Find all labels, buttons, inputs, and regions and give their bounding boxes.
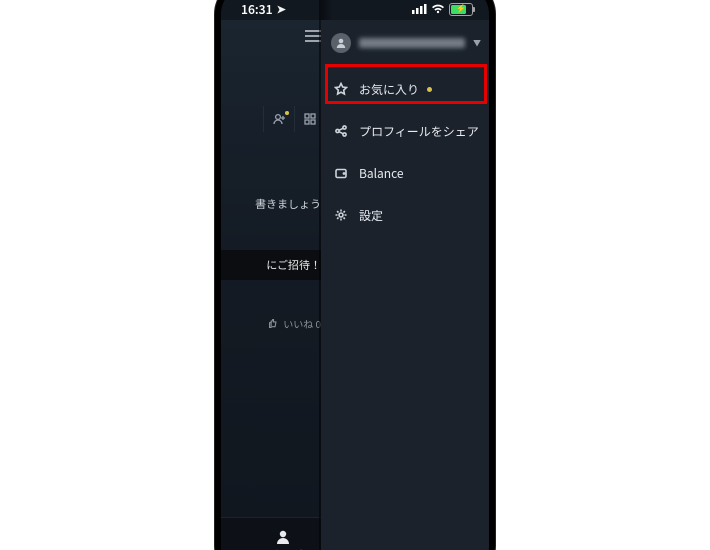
star-icon <box>333 82 349 96</box>
profile-row[interactable]: ▼ <box>321 20 489 66</box>
username <box>359 38 465 48</box>
share-icon <box>333 124 349 138</box>
badge-dot <box>427 87 432 92</box>
tab-bar: メッセージ マイページ <box>221 517 333 550</box>
stage: 16:31 ➤ ⚡ <box>0 0 710 550</box>
badge-dot <box>285 111 289 115</box>
phone-screen: 16:31 ➤ ⚡ <box>221 0 489 550</box>
tab-messages[interactable]: メッセージ <box>221 518 232 550</box>
menu-item-settings[interactable]: 設定 <box>321 194 489 236</box>
menu-item-share[interactable]: プロフィールをシェア <box>321 110 489 152</box>
menu-item-favorites-label: お気に入り <box>359 81 419 98</box>
menu-item-balance-label: Balance <box>359 165 404 182</box>
tab-mypage[interactable]: マイページ <box>232 518 333 550</box>
battery-charging-icon: ⚡ <box>449 3 473 16</box>
menu-item-share-label: プロフィールをシェア <box>359 123 479 140</box>
underlying-app: 書きましょう にご招待！ いいね 0 メッセージ マイページ <box>221 20 331 550</box>
menu-item-settings-label: 設定 <box>359 207 383 224</box>
location-arrow-icon: ➤ <box>277 1 286 17</box>
side-drawer: ▼ お気に入り プロフィールをシェア <box>321 20 489 550</box>
likes-label: いいね 0 <box>283 316 321 331</box>
profile-action-row <box>263 106 325 132</box>
hamburger-button[interactable] <box>303 26 323 46</box>
avatar <box>331 33 351 53</box>
status-bar: 16:31 ➤ ⚡ <box>221 0 489 26</box>
person-icon <box>274 528 292 546</box>
add-user-button[interactable] <box>263 106 294 132</box>
menu-item-favorites[interactable]: お気に入り <box>321 68 489 110</box>
menu-item-balance[interactable]: Balance <box>321 152 489 194</box>
signal-icon <box>412 4 427 14</box>
phone-frame: 16:31 ➤ ⚡ <box>215 0 495 550</box>
wifi-icon <box>431 4 445 14</box>
chevron-down-icon: ▼ <box>473 38 481 49</box>
likes-row[interactable]: いいね 0 <box>268 316 321 331</box>
status-time: 16:31 <box>241 1 273 18</box>
gear-icon <box>333 208 349 222</box>
drawer-menu: お気に入り プロフィールをシェア Balance <box>321 66 489 236</box>
invite-text: にご招待！ <box>266 257 321 273</box>
status-right: ⚡ <box>412 3 473 16</box>
person-circle-icon <box>335 37 347 49</box>
invite-banner[interactable]: にご招待！ <box>221 250 331 280</box>
status-left: 16:31 ➤ <box>241 1 286 18</box>
compose-prompt[interactable]: 書きましょう <box>255 196 321 212</box>
wallet-icon <box>333 166 349 180</box>
